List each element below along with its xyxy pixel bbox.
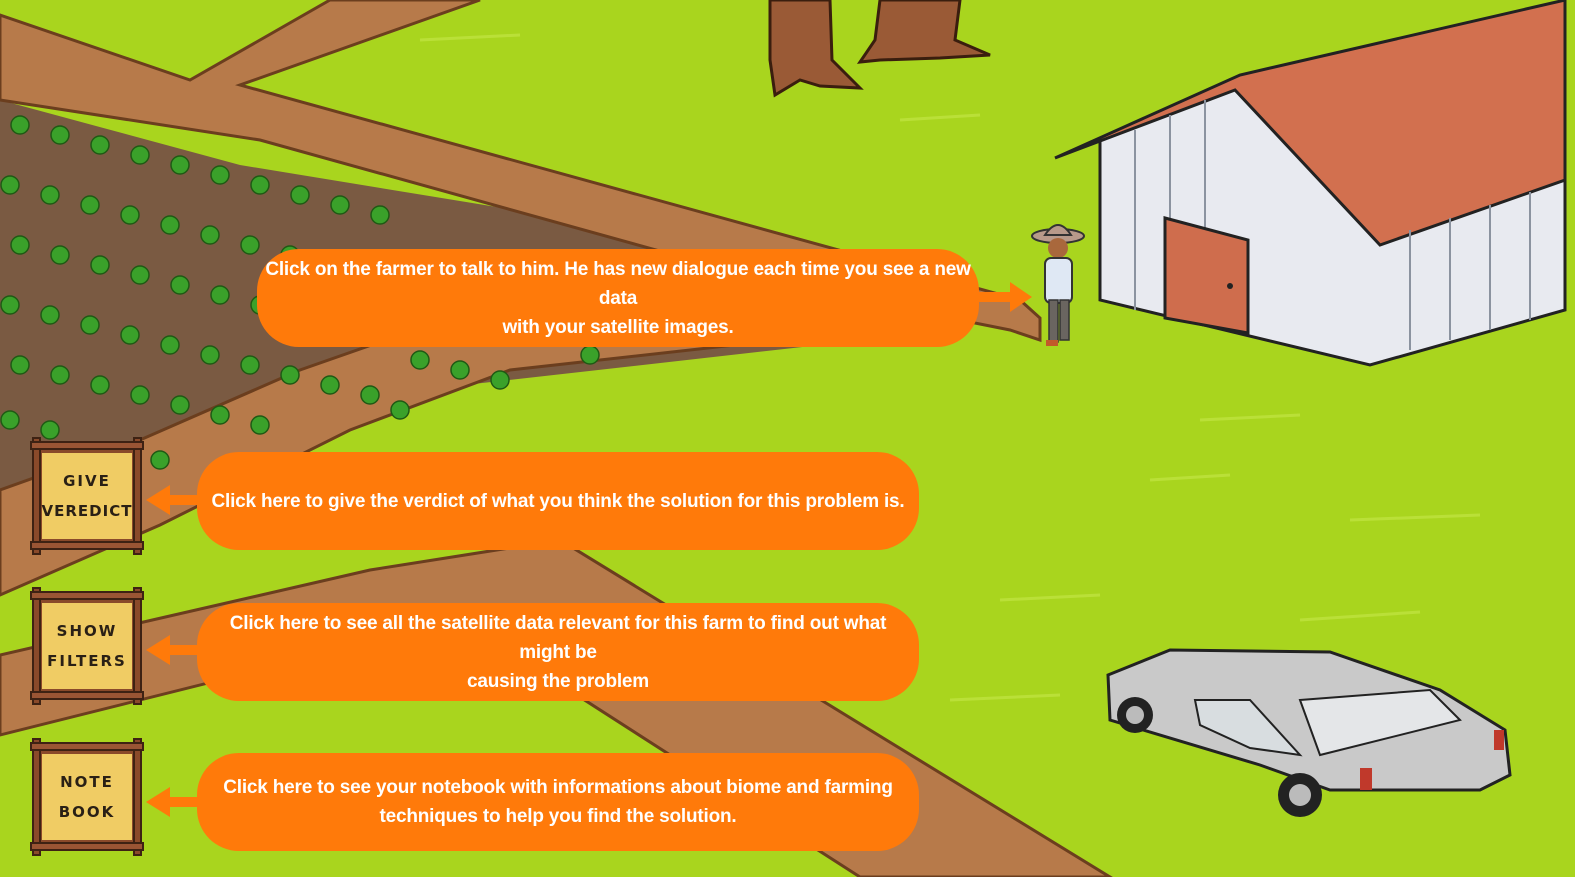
filters-tip-line-2: causing the problem [466, 670, 649, 692]
notebook-tip-bubble: Click here to see your notebook with inf… [197, 753, 919, 851]
show-filters-button[interactable]: SHOW FILTERS [30, 587, 144, 705]
barn-door [1163, 216, 1250, 335]
give-verdict-button[interactable]: GIVE VEREDICT [30, 437, 144, 555]
give-verdict-label: GIVE VEREDICT [38, 449, 136, 543]
give-verdict-line-1: GIVE [63, 472, 111, 490]
show-filters-label: SHOW FILTERS [38, 599, 136, 693]
show-filters-line-2: FILTERS [47, 652, 127, 670]
notebook-line-2: BOOK [58, 803, 116, 821]
notebook-line-1: NOTE [60, 773, 114, 791]
filters-tip-line-1: Click here to see all the satellite data… [229, 612, 887, 663]
filters-tip-bubble: Click here to see all the satellite data… [197, 603, 919, 701]
verdict-tip-text: Click here to give the verdict of what y… [211, 490, 905, 512]
verdict-tip-bubble: Click here to give the verdict of what y… [197, 452, 919, 550]
farm-scene [0, 0, 1575, 877]
notebook-button[interactable]: NOTE BOOK [30, 738, 144, 856]
notebook-tip-line-1: Click here to see your notebook with inf… [223, 777, 893, 798]
show-filters-line-1: SHOW [56, 622, 118, 640]
notebook-label: NOTE BOOK [38, 750, 136, 844]
notebook-tip-line-2: techniques to help you find the solution… [379, 806, 737, 827]
farmer-tip-bubble: Click on the farmer to talk to him. He h… [257, 249, 979, 347]
give-verdict-line-2: VEREDICT [41, 502, 133, 520]
farmer-tip-line-2: with your satellite images. [502, 316, 734, 338]
farmer-tip-line-1: Click on the farmer to talk to him. He h… [265, 258, 971, 309]
